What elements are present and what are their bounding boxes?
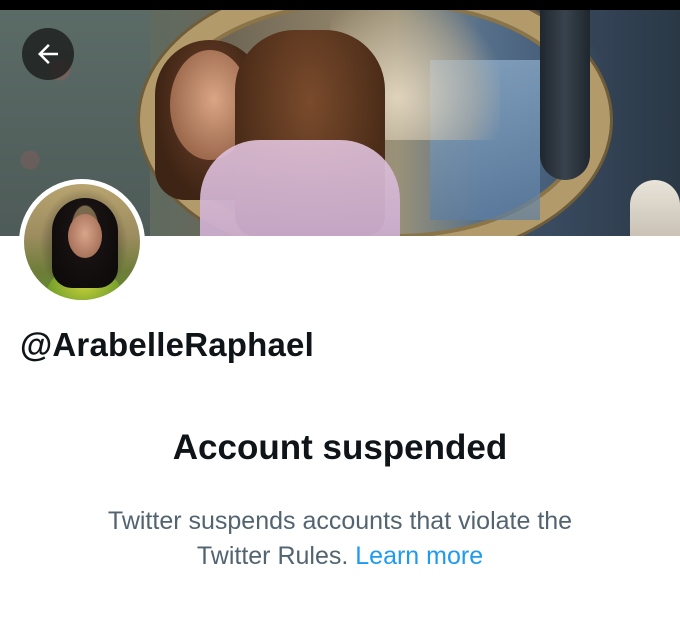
learn-more-link[interactable]: Learn more — [355, 542, 483, 570]
suspension-message-line1: Twitter suspends accounts that violate t… — [107, 507, 573, 535]
suspension-message: Twitter suspends accounts that violate t… — [0, 504, 680, 574]
suspension-title: Account suspended — [172, 428, 508, 467]
arrow-left-icon — [38, 44, 58, 64]
suspension-message-line2: Twitter Rules. Learn more — [0, 539, 680, 574]
avatar[interactable] — [19, 179, 145, 305]
banner-curtain — [540, 10, 590, 180]
status-bar-edge — [0, 0, 680, 10]
suspended-profile-page: @ArabelleRaphael Account suspended Twitt… — [0, 0, 680, 624]
avatar-face — [68, 214, 102, 258]
back-button[interactable] — [22, 28, 74, 80]
banner-figure-robe — [200, 140, 400, 236]
banner-jewelry-bust — [630, 180, 680, 236]
suspension-message-rules: Twitter Rules. — [196, 542, 349, 570]
profile-handle: @ArabelleRaphael — [20, 326, 314, 363]
